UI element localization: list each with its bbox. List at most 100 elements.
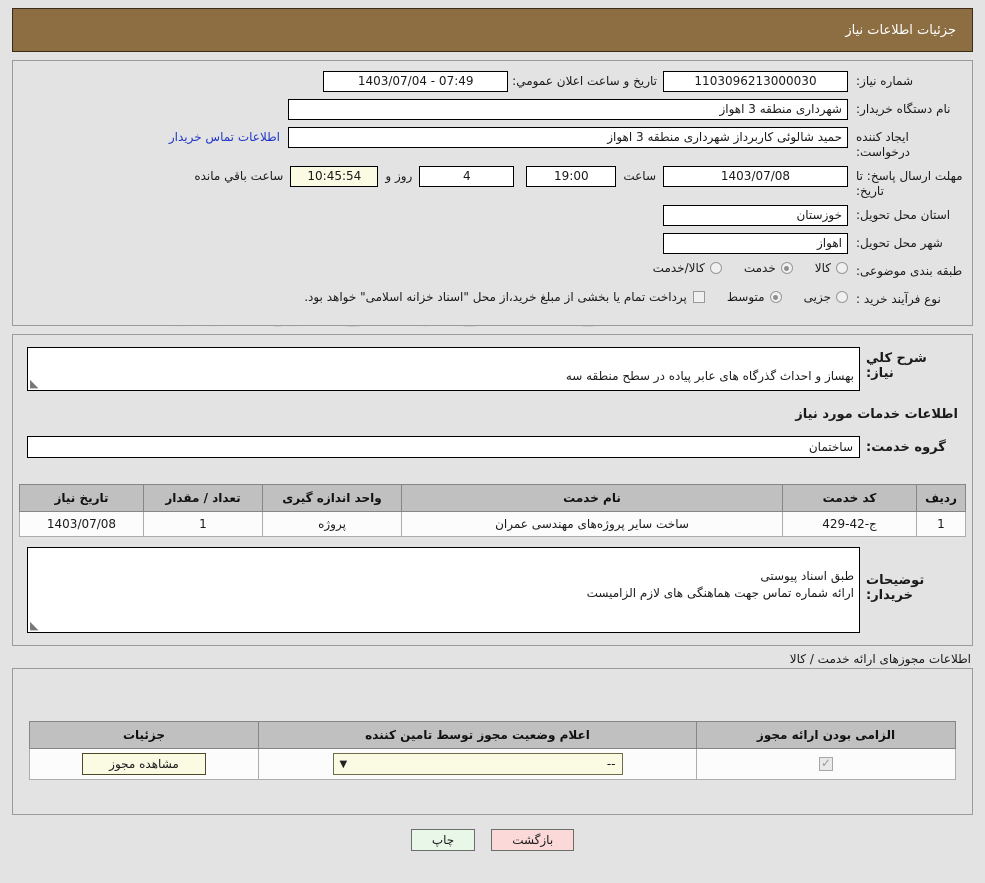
col-qty: تعداد / مقدار <box>143 484 263 512</box>
col-permit-required: الزامی بودن ارائه مجوز <box>696 721 956 749</box>
col-permit-details: جزئیات <box>29 721 259 749</box>
need-description-text: بهساز و احداث گذرگاه های عابر پیاده در س… <box>565 369 854 383</box>
services-table: ردیف کد خدمت نام خدمت واحد اندازه گیری ت… <box>19 484 966 537</box>
checkbox-checked-icon <box>819 756 833 772</box>
col-radif: ردیف <box>916 484 966 512</box>
buyer-contact-link[interactable]: اطلاعات تماس خریدار <box>161 127 288 148</box>
category-option-label: خدمت <box>743 261 776 275</box>
need-description-textarea[interactable]: بهساز و احداث گذرگاه های عابر پیاده در س… <box>27 347 860 391</box>
permit-status-select[interactable]: ▼ -- <box>332 753 623 775</box>
col-name: نام خدمت <box>401 484 783 512</box>
days-left-field: 4 <box>419 166 515 187</box>
permits-table: الزامی بودن ارائه مجوز اعلام وضعیت مجوز … <box>29 721 956 780</box>
need-number-label: شماره نیاز: <box>856 74 913 88</box>
category-radio-kala[interactable]: کالا <box>815 261 848 275</box>
radio-icon-selected <box>780 262 793 274</box>
buyer-notes-textarea[interactable]: طبق اسناد پیوستی ارائه شماره تماس جهت هم… <box>27 547 860 633</box>
category-radio-group: کالا خدمت کالا/خدمت <box>631 261 848 275</box>
process-radio-group: جزیی متوسط پرداخت تمام یا بخشی از مبلغ خ… <box>282 289 848 305</box>
process-label: نوع فرآیند خرید : <box>856 292 941 306</box>
city-label: شهر محل تحویل: <box>856 236 943 250</box>
checkbox-icon <box>692 291 705 303</box>
city-field: اهواز <box>663 233 848 254</box>
footer-buttons: بازگشت چاپ <box>0 829 985 851</box>
page-title: جزئیات اطلاعات نیاز <box>845 22 956 38</box>
radio-icon-selected <box>769 291 782 303</box>
cell-date: 1403/07/08 <box>19 511 144 537</box>
buyer-org-label: نام دستگاه خریدار: <box>856 102 951 116</box>
treasury-checkbox-label: پرداخت تمام یا بخشی از مبلغ خرید،از محل … <box>304 290 687 304</box>
province-row: استان محل تحویل: خوزستان <box>19 205 966 227</box>
print-button[interactable]: چاپ <box>410 829 476 851</box>
category-option-label: کالا <box>814 261 831 275</box>
permit-status-value: -- <box>606 757 616 771</box>
buyer-notes-text: طبق اسناد پیوستی ارائه شماره تماس جهت هم… <box>586 569 854 600</box>
process-option-label: جزیی <box>803 290 831 304</box>
need-number-field: 1103096213000030 <box>663 71 848 92</box>
announce-datetime-field: 1403/07/04 - 07:49 <box>323 71 509 92</box>
buyer-org-row: نام دستگاه خریدار: شهرداری منطقه 3 اهواز <box>19 99 966 121</box>
hour-label: ساعت <box>623 169 656 183</box>
province-label: استان محل تحویل: <box>856 208 951 222</box>
service-group-row: گروه خدمت: ساختمان <box>27 436 958 458</box>
creator-row: ایجاد کننده درخواست: حمید شالوئی کاربردا… <box>19 127 966 160</box>
treasury-checkbox[interactable]: پرداخت تمام یا بخشی از مبلغ خرید،از محل … <box>304 289 705 305</box>
process-radio-motevaset[interactable]: متوسط <box>727 290 782 304</box>
radio-icon <box>836 291 848 303</box>
cell-code: ج-42-429 <box>782 511 917 537</box>
services-table-wrap: ردیف کد خدمت نام خدمت واحد اندازه گیری ت… <box>19 484 966 537</box>
resize-handle-icon[interactable]: ◢ <box>30 619 40 632</box>
cell-name: ساخت سایر پروژه‌های مهندسی عمران <box>401 511 783 537</box>
deadline-date-field: 1403/07/08 <box>663 166 848 187</box>
deadline-time-field: 19:00 <box>526 166 617 187</box>
cell-unit: پروژه <box>262 511 402 537</box>
col-code: کد خدمت <box>782 484 917 512</box>
service-group-label: گروه خدمت: <box>866 439 946 455</box>
process-radio-jozee[interactable]: جزیی <box>804 290 848 304</box>
permits-section-title: اطلاعات مجوزهای ارائه خدمت / کالا <box>789 652 971 666</box>
cell-qty: 1 <box>143 511 263 537</box>
need-description-label: شرح کلي نیاز: <box>866 351 927 381</box>
col-date: تاریخ نیاز <box>19 484 144 512</box>
countdown-timer: 10:45:54 <box>290 166 379 187</box>
province-field: خوزستان <box>663 205 848 226</box>
creator-label: ایجاد کننده درخواست: <box>856 130 910 159</box>
process-option-label: متوسط <box>726 290 765 304</box>
service-group-field: ساختمان <box>27 436 860 458</box>
permits-table-header-row: الزامی بودن ارائه مجوز اعلام وضعیت مجوز … <box>29 721 956 749</box>
deadline-label: مهلت ارسال پاسخ: تا تاریخ: <box>856 169 963 198</box>
resize-handle-icon[interactable]: ◢ <box>30 377 40 390</box>
cell-permit-details: مشاهده مجوز <box>29 748 259 780</box>
need-info-panel: شماره نیاز: 1103096213000030 تاریخ و ساع… <box>12 60 973 326</box>
creator-field: حمید شالوئی کاربرداز شهرداری منطقه 3 اهو… <box>288 127 848 148</box>
category-radio-kala-khedmat[interactable]: کالا/خدمت <box>653 261 722 275</box>
chevron-down-icon: ▼ <box>339 758 348 770</box>
table-row: ▼ -- مشاهده مجوز <box>29 748 956 780</box>
cell-permit-status: ▼ -- <box>258 748 697 780</box>
buyer-org-field: شهرداری منطقه 3 اهواز <box>288 99 848 120</box>
cell-permit-required <box>696 748 956 780</box>
deadline-row: مهلت ارسال پاسخ: تا تاریخ: 1403/07/08 سا… <box>19 166 966 199</box>
cell-radif: 1 <box>916 511 966 537</box>
view-permit-button[interactable]: مشاهده مجوز <box>82 753 206 775</box>
category-row: طبقه بندی موضوعی: کالا خدمت کالا/خدمت <box>19 261 966 283</box>
category-option-label: کالا/خدمت <box>652 261 705 275</box>
days-label: روز و <box>385 169 413 183</box>
announce-label: تاریخ و ساعت اعلان عمومي: <box>512 74 657 88</box>
permits-panel: الزامی بودن ارائه مجوز اعلام وضعیت مجوز … <box>12 668 973 815</box>
process-row: نوع فرآیند خرید : جزیی متوسط پرداخت تمام… <box>19 289 966 311</box>
need-number-row: شماره نیاز: 1103096213000030 تاریخ و ساع… <box>19 71 966 93</box>
services-section-title: اطلاعات خدمات مورد نیاز <box>795 407 958 422</box>
buyer-notes-label: توضیحات خریدار: <box>866 573 925 603</box>
services-table-header-row: ردیف کد خدمت نام خدمت واحد اندازه گیری ت… <box>19 484 966 512</box>
category-radio-khedmat[interactable]: خدمت <box>744 261 793 275</box>
col-permit-status: اعلام وضعیت مجوز توسط تامین کننده <box>258 721 697 749</box>
category-label: طبقه بندی موضوعی: <box>856 264 963 278</box>
back-button[interactable]: بازگشت <box>491 829 575 851</box>
radio-icon <box>836 262 848 274</box>
need-details-panel: شرح کلي نیاز: بهساز و احداث گذرگاه های ع… <box>12 334 973 646</box>
buyer-notes-row: توضیحات خریدار: طبق اسناد پیوستی ارائه ش… <box>27 547 958 633</box>
table-row: 1 ج-42-429 ساخت سایر پروژه‌های مهندسی عم… <box>19 511 966 537</box>
remaining-label: ساعت باقي مانده <box>194 169 284 183</box>
city-row: شهر محل تحویل: اهواز <box>19 233 966 255</box>
